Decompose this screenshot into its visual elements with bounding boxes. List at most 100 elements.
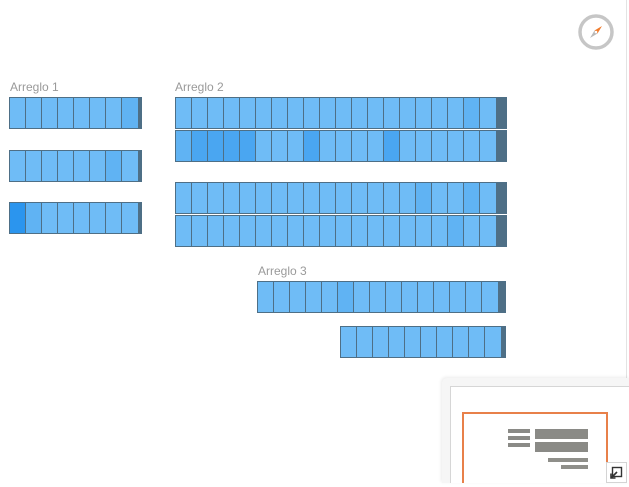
minimap-canvas[interactable] <box>450 386 629 483</box>
array-cell[interactable] <box>416 131 432 161</box>
array-cell[interactable] <box>122 151 138 181</box>
array-cell[interactable] <box>42 151 58 181</box>
array-cell[interactable] <box>240 216 256 246</box>
array-cell[interactable] <box>304 131 320 161</box>
array-cell[interactable] <box>272 183 288 213</box>
array-cell[interactable] <box>288 216 304 246</box>
array-cell[interactable] <box>448 216 464 246</box>
array-cell[interactable] <box>208 183 224 213</box>
array-cell[interactable] <box>272 216 288 246</box>
array-cell[interactable] <box>352 216 368 246</box>
array-cell[interactable] <box>272 98 288 128</box>
array-cell[interactable] <box>464 98 480 128</box>
array-cell[interactable] <box>434 282 450 312</box>
array-cell[interactable] <box>42 98 58 128</box>
array-cell[interactable] <box>480 98 496 128</box>
array-cell[interactable] <box>437 327 453 357</box>
array-cell[interactable] <box>384 131 400 161</box>
array-cell[interactable] <box>368 216 384 246</box>
array-cell[interactable] <box>192 98 208 128</box>
array-cell[interactable] <box>224 216 240 246</box>
array-cell[interactable] <box>386 282 402 312</box>
array-cell[interactable] <box>400 216 416 246</box>
array-cell[interactable] <box>240 183 256 213</box>
array-cell[interactable] <box>416 183 432 213</box>
array-cell[interactable] <box>373 327 389 357</box>
array-cell[interactable] <box>389 327 405 357</box>
array-cell[interactable] <box>400 183 416 213</box>
array-cell[interactable] <box>336 98 352 128</box>
array-cell[interactable] <box>224 98 240 128</box>
array-cell[interactable] <box>10 98 26 128</box>
array-cell[interactable] <box>480 183 496 213</box>
array-cell[interactable] <box>336 216 352 246</box>
array-cell[interactable] <box>453 327 469 357</box>
array-cell[interactable] <box>106 151 122 181</box>
array-cell[interactable] <box>304 183 320 213</box>
array-cell[interactable] <box>352 98 368 128</box>
array-cell[interactable] <box>336 131 352 161</box>
array-cell[interactable] <box>418 282 434 312</box>
array-cell[interactable] <box>10 151 26 181</box>
array-cell[interactable] <box>320 183 336 213</box>
array-cell[interactable] <box>432 216 448 246</box>
array-cell[interactable] <box>208 131 224 161</box>
array-cell[interactable] <box>400 131 416 161</box>
array-cell[interactable] <box>480 216 496 246</box>
array-cell[interactable] <box>90 203 106 233</box>
array-cell[interactable] <box>448 183 464 213</box>
array-cell[interactable] <box>370 282 386 312</box>
array-cell[interactable] <box>272 131 288 161</box>
array-cell[interactable] <box>320 131 336 161</box>
array-cell[interactable] <box>176 216 192 246</box>
array-cell[interactable] <box>288 183 304 213</box>
array-cell[interactable] <box>402 282 418 312</box>
array-cell[interactable] <box>368 131 384 161</box>
array-cell[interactable] <box>320 98 336 128</box>
array-cell[interactable] <box>90 98 106 128</box>
array-cell[interactable] <box>448 131 464 161</box>
array-cell[interactable] <box>352 183 368 213</box>
array-cell[interactable] <box>432 98 448 128</box>
array-cell[interactable] <box>10 203 26 233</box>
array-cell[interactable] <box>354 282 370 312</box>
array-cell[interactable] <box>256 131 272 161</box>
array-cell[interactable] <box>304 98 320 128</box>
collapse-minimap-button[interactable] <box>606 462 627 483</box>
array-cell[interactable] <box>464 183 480 213</box>
array-cell[interactable] <box>352 131 368 161</box>
array-cell[interactable] <box>192 216 208 246</box>
array-cell[interactable] <box>106 203 122 233</box>
array-cell[interactable] <box>338 282 354 312</box>
array-cell[interactable] <box>368 98 384 128</box>
array-cell[interactable] <box>58 203 74 233</box>
array-cell[interactable] <box>74 203 90 233</box>
array-cell[interactable] <box>192 183 208 213</box>
array-cell[interactable] <box>421 327 437 357</box>
array-cell[interactable] <box>26 203 42 233</box>
array-cell[interactable] <box>482 282 498 312</box>
array-cell[interactable] <box>306 282 322 312</box>
array-cell[interactable] <box>416 98 432 128</box>
array-cell[interactable] <box>90 151 106 181</box>
array-cell[interactable] <box>480 131 496 161</box>
array-cell[interactable] <box>176 98 192 128</box>
array-cell[interactable] <box>400 98 416 128</box>
array-cell[interactable] <box>320 216 336 246</box>
array-cell[interactable] <box>240 98 256 128</box>
array-cell[interactable] <box>432 183 448 213</box>
array-cell[interactable] <box>304 216 320 246</box>
array-cell[interactable] <box>224 131 240 161</box>
array-cell[interactable] <box>74 98 90 128</box>
array-cell[interactable] <box>224 183 240 213</box>
array-cell[interactable] <box>290 282 306 312</box>
array-cell[interactable] <box>256 98 272 128</box>
array-cell[interactable] <box>469 327 485 357</box>
array-cell[interactable] <box>448 98 464 128</box>
array-cell[interactable] <box>336 183 352 213</box>
array-cell[interactable] <box>464 216 480 246</box>
array-cell[interactable] <box>58 151 74 181</box>
array-cell[interactable] <box>384 183 400 213</box>
array-cell[interactable] <box>464 131 480 161</box>
array-cell[interactable] <box>176 183 192 213</box>
